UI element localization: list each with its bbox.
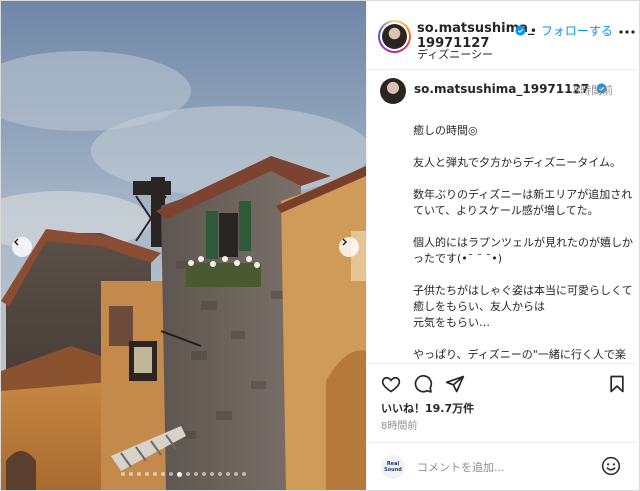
caption-header: so.matsushima_19971127 8時間前 <box>367 71 640 111</box>
caption-paragraph: 数年ぶりのディズニーは新エリアが追加されていて、よりスケール感が増してた。 <box>413 188 633 217</box>
author-avatar-image <box>382 24 407 49</box>
comment-input[interactable] <box>417 458 597 476</box>
carousel-dot <box>153 472 157 476</box>
follow-button[interactable]: フォローする <box>541 24 613 38</box>
caption-paragraph: やっぱり、ディズニーの"一緒に行く人で楽しさが決まる"って 本当だ。 <box>413 348 626 361</box>
carousel-dot <box>145 472 149 476</box>
like-count[interactable]: いいね！19.7万件 <box>381 400 474 416</box>
bookmark-icon[interactable] <box>607 374 627 394</box>
carousel-dot <box>129 472 133 476</box>
post-timestamp: 8時間前 <box>381 421 418 432</box>
logo-text: Sound <box>384 467 402 473</box>
comment-icon[interactable] <box>413 374 433 394</box>
carousel-indicator <box>121 471 251 477</box>
comment-bar: Real Sound <box>367 442 640 490</box>
next-photo-button[interactable] <box>339 237 359 257</box>
separator: • <box>529 24 537 38</box>
carousel-dot <box>202 472 206 476</box>
heart-icon[interactable] <box>381 374 401 394</box>
post-header: so.matsushima_ 19971127 • フォローする ディズニーシー <box>367 1 640 70</box>
carousel-dot <box>137 472 141 476</box>
carousel-dot <box>161 472 165 476</box>
author-avatar[interactable] <box>378 20 411 53</box>
post-location[interactable]: ディズニーシー <box>417 46 493 62</box>
carousel-dot <box>218 472 222 476</box>
caption-paragraph: 友人と弾丸で夕方からディズニータイム。 <box>413 156 622 169</box>
chevron-left-icon <box>13 238 19 246</box>
carousel-dot <box>169 472 173 476</box>
carousel-dot <box>234 472 238 476</box>
chevron-right-icon <box>342 238 348 246</box>
carousel-dot <box>210 472 214 476</box>
caption-time: 8時間前 <box>573 84 613 97</box>
action-bar <box>367 363 640 403</box>
post-photo[interactable] <box>1 1 366 490</box>
caption-username[interactable]: so.matsushima_19971127 <box>414 82 589 96</box>
carousel-dot <box>226 472 230 476</box>
carousel-dot <box>186 472 190 476</box>
caption-paragraph: 個人的にはラプンツェルが見れたのが嬉しかったです(•¯ ˘ ¯•) <box>413 236 633 265</box>
follow-area: • フォローする <box>515 22 613 39</box>
caption-avatar[interactable] <box>380 78 406 104</box>
photo-illustration <box>1 1 366 490</box>
carousel-dot <box>242 472 246 476</box>
verified-badge-icon <box>515 25 526 36</box>
send-icon[interactable] <box>445 374 465 394</box>
carousel-dot <box>121 472 125 476</box>
smiley-icon[interactable] <box>601 456 621 476</box>
more-dots-icon[interactable] <box>619 29 635 35</box>
commenter-avatar: Real Sound <box>381 455 405 479</box>
caption-paragraph: 癒しの時間◎ <box>413 124 478 137</box>
caption-paragraph: 子供たちがはしゃぐ姿は本当に可愛らしくて癒しをもらい、友人からは 元気をもらい… <box>413 284 633 329</box>
post-side-panel: so.matsushima_ 19971127 • フォローする ディズニーシー … <box>366 1 640 490</box>
caption-text: 癒しの時間◎ 友人と弾丸で夕方からディズニータイム。 数年ぶりのディズニーは新エ… <box>413 123 635 361</box>
previous-photo-button[interactable] <box>12 237 32 257</box>
instagram-post: so.matsushima_ 19971127 • フォローする ディズニーシー … <box>0 0 640 491</box>
carousel-dot <box>177 471 182 477</box>
carousel-dot <box>194 472 198 476</box>
